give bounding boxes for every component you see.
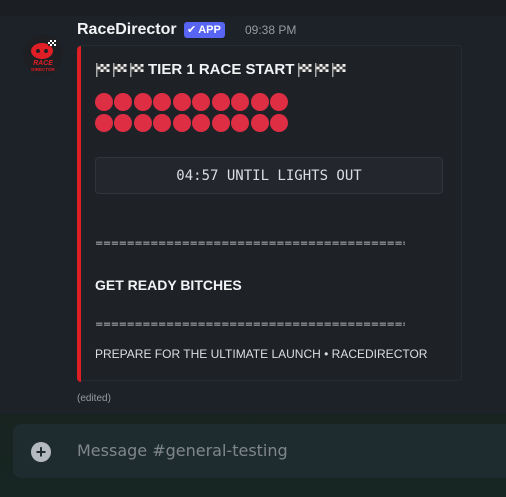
red-circle-icon [153,93,171,111]
light-pair [95,93,132,111]
message-input[interactable]: Message #general-testing [77,440,497,462]
red-circle-icon [192,114,210,132]
start-lights-row-top [95,93,289,111]
red-circle-icon [231,114,249,132]
embed-footer-text: PREPARE FOR THE ULTIMATE LAUNCH • RACEDI… [95,347,428,361]
checkered-flag-icon [113,62,127,77]
red-circle-icon [251,93,269,111]
svg-text:RACE: RACE [33,60,53,67]
red-circle-icon [251,114,269,132]
red-circle-icon [212,114,230,132]
message-author[interactable]: RaceDirector [77,20,177,40]
start-lights-row-bottom [95,114,289,132]
svg-text:DIRECTOR: DIRECTOR [31,67,55,72]
light-pair [251,114,288,132]
checkered-flag-icon [130,62,144,77]
red-circle-icon [270,93,288,111]
light-pair [173,93,210,111]
embed-title-text: TIER 1 RACE START [148,61,295,78]
plus-circle-icon[interactable]: + [31,442,51,462]
light-pair [212,114,249,132]
embed-accent-bar [77,46,81,382]
light-pair [251,93,288,111]
flags-left [95,62,145,78]
red-circle-icon [270,114,288,132]
red-circle-icon [114,93,132,111]
checkered-flag-icon [298,62,312,77]
checkered-flag-icon [96,62,110,77]
red-circle-icon [114,114,132,132]
red-circle-icon [231,93,249,111]
light-pair [212,93,249,111]
embed: TIER 1 RACE START 04:57 UNTIL LIGHTS OUT… [77,45,462,382]
light-pair [134,114,171,132]
embed-title: TIER 1 RACE START [95,61,347,78]
countdown-code-block: 04:57 UNTIL LIGHTS OUT [95,157,443,194]
previous-message-area [0,0,506,16]
bot-avatar[interactable]: RACE DIRECTOR [23,35,63,75]
chat-area: RACE DIRECTOR RaceDirector ✔ APP 09:38 P… [0,0,506,497]
red-circle-icon [134,114,152,132]
red-circle-icon [95,93,113,111]
red-circle-icon [173,114,191,132]
app-badge: ✔ APP [184,22,225,38]
red-circle-icon [153,114,171,132]
app-badge-label: APP [198,24,221,36]
checkered-flag-icon [315,62,329,77]
light-pair [95,114,132,132]
race-director-logo-icon: RACE DIRECTOR [23,35,63,75]
edited-label: (edited) [77,393,111,404]
red-circle-icon [212,93,230,111]
light-pair [173,114,210,132]
red-circle-icon [95,114,113,132]
embed-heading: GET READY BITCHES [95,277,242,293]
separator-line: ======================================== [95,238,405,249]
verified-check-icon: ✔ [187,24,197,36]
red-circle-icon [134,93,152,111]
red-circle-icon [173,93,191,111]
message-composer: + Message #general-testing [13,424,506,478]
flags-right [297,62,347,78]
checkered-flag-icon [332,62,346,77]
light-pair [134,93,171,111]
message-timestamp[interactable]: 09:38 PM [245,23,296,38]
separator-line: ======================================== [95,319,405,330]
red-circle-icon [192,93,210,111]
